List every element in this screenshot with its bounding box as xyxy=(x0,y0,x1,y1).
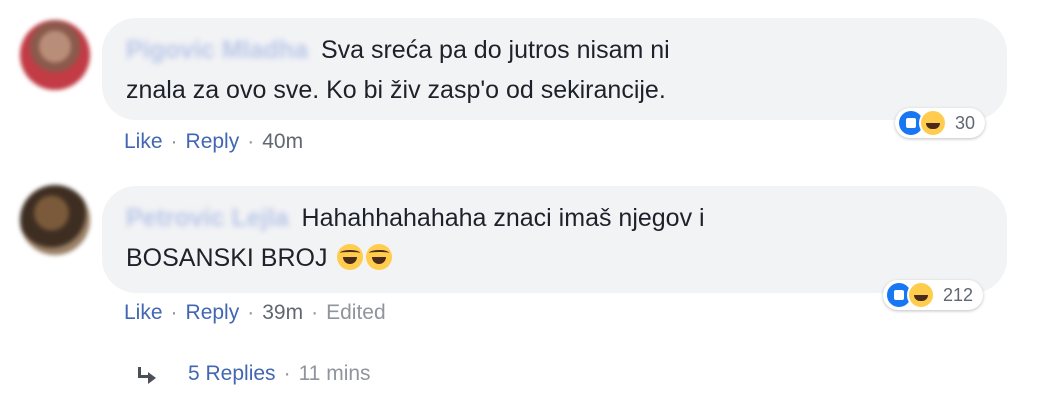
edited-label[interactable]: Edited xyxy=(326,301,386,325)
reaction-count: 30 xyxy=(955,112,976,133)
avatar[interactable] xyxy=(20,185,90,255)
haha-reaction-icon xyxy=(919,109,947,137)
reaction-count: 212 xyxy=(943,284,974,305)
comment-bubble: Pigovic Mladha Sva sreća pa do jutros ni… xyxy=(102,18,1007,120)
like-link[interactable]: Like xyxy=(124,301,163,325)
comment-actions: Like · Reply · 39m · Edited xyxy=(124,301,386,325)
author-name[interactable]: Petrovic Lejla xyxy=(126,198,289,238)
reply-link[interactable]: Reply xyxy=(186,130,240,154)
comment-text-block: Pigovic Mladha Sva sreća pa do jutros ni… xyxy=(126,30,706,110)
author-name[interactable]: Pigovic Mladha xyxy=(126,30,308,70)
separator: · xyxy=(247,130,255,153)
replies-count[interactable]: 5 Replies xyxy=(188,362,276,386)
laughing-tears-emoji-icon xyxy=(366,244,393,270)
reactions-summary[interactable]: 212 xyxy=(883,280,984,310)
timestamp[interactable]: 40m xyxy=(262,130,303,154)
like-link[interactable]: Like xyxy=(124,130,163,154)
separator: · xyxy=(283,362,291,385)
comment-bubble: Petrovic Lejla Hahahhahahaha znaci imaš … xyxy=(102,186,1007,293)
separator: · xyxy=(311,301,319,324)
replies-time: 11 mins xyxy=(298,362,371,385)
reply-link[interactable]: Reply xyxy=(186,301,240,325)
separator: · xyxy=(247,301,255,324)
laughing-tears-emoji-icon xyxy=(337,244,364,270)
reply-arrow-icon xyxy=(136,363,158,385)
view-replies-link[interactable]: 5 Replies · 11 mins xyxy=(136,362,371,386)
reactions-summary[interactable]: 30 xyxy=(895,108,986,138)
comment-text-block: Petrovic Lejla Hahahhahahaha znaci imaš … xyxy=(126,198,736,278)
haha-reaction-icon xyxy=(907,281,935,309)
separator: · xyxy=(170,301,178,324)
separator: · xyxy=(170,130,178,153)
comment-actions: Like · Reply · 40m xyxy=(124,130,303,154)
timestamp[interactable]: 39m xyxy=(262,301,303,325)
avatar[interactable] xyxy=(20,20,90,90)
